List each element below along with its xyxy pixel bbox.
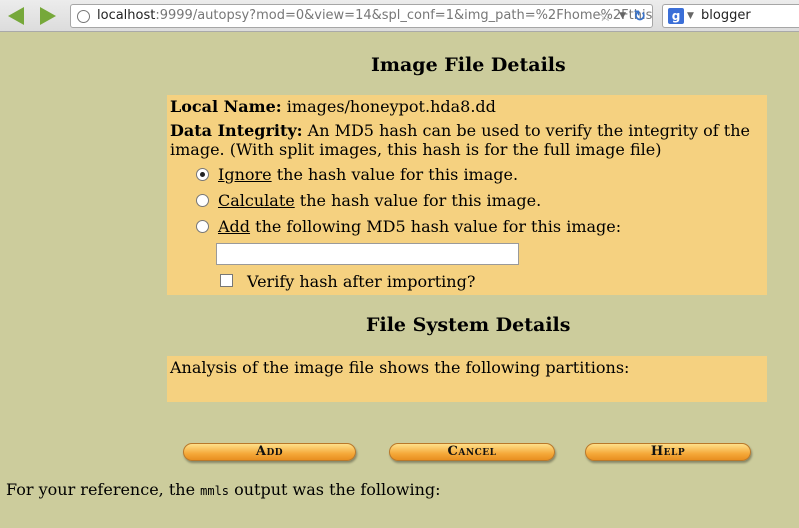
back-arrow-icon — [8, 7, 24, 25]
browser-toolbar: localhost:9999/autopsy?mod=0&view=14&spl… — [0, 0, 799, 32]
option-ignore-key: Ignore — [218, 165, 272, 184]
search-bar[interactable]: g ▼ blogger — [662, 4, 799, 28]
search-text[interactable]: blogger — [701, 5, 751, 27]
file-system-details-title: File System Details — [366, 314, 571, 336]
reference-prefix: For your reference, the — [6, 480, 201, 499]
image-details-panel: Local Name: images/honeypot.hda8.dd Data… — [167, 95, 767, 295]
add-button[interactable]: Add — [183, 443, 356, 461]
option-add-rest: the following MD5 hash value for this im… — [250, 217, 622, 236]
option-calculate-key: Calculate — [218, 191, 295, 210]
integrity-text-2: image. (With split images, this hash is … — [170, 140, 662, 159]
bookmark-star-icon[interactable]: ☆ — [599, 5, 612, 27]
reference-suffix: output was the following: — [229, 480, 441, 499]
option-add-key: Add — [218, 217, 251, 236]
mmls-reference-text: For your reference, the mmls output was … — [6, 480, 441, 499]
integrity-label: Data Integrity: — [170, 121, 303, 140]
url-text: localhost:9999/autopsy?mod=0&view=14&spl… — [97, 5, 652, 27]
md5-hash-input[interactable] — [216, 243, 519, 265]
verify-hash-label: Verify hash after importing? — [247, 272, 476, 291]
option-add-label: Add the following MD5 hash value for thi… — [218, 217, 621, 237]
globe-icon — [77, 10, 90, 23]
forward-button[interactable] — [36, 5, 60, 27]
radio-calculate[interactable] — [196, 194, 209, 207]
google-icon[interactable]: g — [668, 8, 684, 24]
forward-arrow-icon — [40, 7, 56, 25]
reference-code: mmls — [200, 484, 230, 498]
integrity-row: Data Integrity: An MD5 hash can be used … — [170, 121, 750, 141]
option-ignore-rest: the hash value for this image. — [271, 165, 519, 184]
search-engine-dropdown-icon[interactable]: ▼ — [687, 5, 694, 27]
local-name-label: Local Name: — [170, 97, 282, 116]
help-button[interactable]: Help — [585, 443, 751, 461]
analysis-text: Analysis of the image file shows the fol… — [170, 358, 630, 377]
url-dropdown-icon[interactable]: ▼ — [619, 5, 626, 27]
cancel-button[interactable]: Cancel — [389, 443, 555, 461]
url-host: localhost — [97, 8, 156, 23]
address-bar[interactable]: localhost:9999/autopsy?mod=0&view=14&spl… — [70, 4, 653, 28]
radio-ignore[interactable] — [196, 168, 209, 181]
option-calculate-label: Calculate the hash value for this image. — [218, 191, 541, 211]
integrity-text-1: An MD5 hash can be used to verify the in… — [307, 121, 750, 140]
file-system-panel: Analysis of the image file shows the fol… — [167, 356, 767, 402]
image-file-details-title: Image File Details — [371, 54, 566, 76]
back-button[interactable] — [4, 5, 28, 27]
url-path: :9999/autopsy?mod=0&view=14&spl_conf=1&i… — [155, 8, 653, 23]
radio-add[interactable] — [196, 220, 209, 233]
option-ignore-label: Ignore the hash value for this image. — [218, 165, 518, 185]
local-name-row: Local Name: images/honeypot.hda8.dd — [170, 97, 496, 117]
option-calculate-rest: the hash value for this image. — [294, 191, 542, 210]
verify-hash-checkbox[interactable] — [220, 274, 233, 287]
local-name-value: images/honeypot.hda8.dd — [286, 97, 496, 116]
reload-icon[interactable]: ↻ — [633, 5, 646, 27]
